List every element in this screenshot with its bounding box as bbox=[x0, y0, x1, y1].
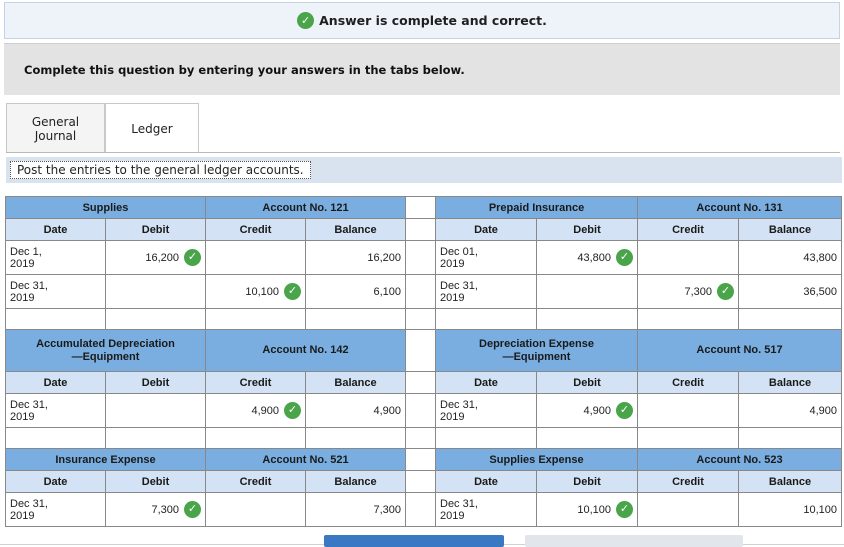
general-ledger-table: Supplies Account No. 121 Prepaid Insuran… bbox=[5, 196, 842, 527]
credit-cell[interactable] bbox=[637, 393, 739, 428]
account-name: Supplies Expense bbox=[435, 448, 638, 471]
balance-cell: 43,800 bbox=[738, 240, 842, 275]
answer-status-text: Answer is complete and correct. bbox=[319, 13, 547, 28]
tab-label-line2: Journal bbox=[34, 128, 77, 143]
debit-cell[interactable] bbox=[105, 393, 206, 428]
ledger-row: Dec 1, 2019 16,200 ✓ 16,200 Dec 01, 2019 43… bbox=[5, 240, 842, 275]
column-header-balance: Balance bbox=[738, 218, 842, 241]
column-header-balance: Balance bbox=[305, 470, 406, 493]
column-header-credit: Credit bbox=[205, 218, 306, 241]
post-instruction-text: Post the entries to the general ledger a… bbox=[10, 161, 311, 179]
account-name: Accumulated Depreciation —Equipment bbox=[5, 329, 206, 372]
column-header-date: Date bbox=[435, 218, 537, 241]
check-circle-icon: ✓ bbox=[284, 402, 301, 419]
date-cell: Dec 1, 2019 bbox=[5, 240, 106, 275]
column-header-debit: Debit bbox=[536, 371, 638, 394]
question-instruction: Complete this question by entering your … bbox=[4, 43, 840, 95]
debit-cell[interactable]: 16,200 ✓ bbox=[105, 240, 206, 275]
ledger-row: Dec 31, 2019 10,100 ✓ 6,100 Dec 31, 2019 7,… bbox=[5, 274, 842, 309]
account-number: Account No. 131 bbox=[637, 196, 842, 219]
check-circle-icon: ✓ bbox=[616, 249, 633, 266]
balance-cell: 6,100 bbox=[305, 274, 406, 309]
date-cell: Dec 31, 2019 bbox=[5, 393, 106, 428]
check-circle-icon: ✓ bbox=[297, 12, 315, 29]
check-circle-icon: ✓ bbox=[616, 501, 633, 518]
account-name: Depreciation Expense —Equipment bbox=[435, 329, 638, 372]
answer-status-banner: ✓ Answer is complete and correct. bbox=[4, 2, 840, 39]
balance-cell: 10,100 bbox=[738, 492, 842, 527]
balance-cell: 16,200 bbox=[305, 240, 406, 275]
column-header-credit: Credit bbox=[637, 218, 739, 241]
check-circle-icon: ✓ bbox=[616, 402, 633, 419]
balance-cell: 4,900 bbox=[738, 393, 842, 428]
column-header-balance: Balance bbox=[738, 371, 842, 394]
date-cell: Dec 31, 2019 bbox=[435, 274, 537, 309]
debit-cell[interactable]: 4,900 ✓ bbox=[536, 393, 638, 428]
column-header-credit: Credit bbox=[637, 371, 739, 394]
debit-cell[interactable]: 10,100 ✓ bbox=[536, 492, 638, 527]
date-cell: Dec 31, 2019 bbox=[5, 274, 106, 309]
debit-cell[interactable]: 7,300 ✓ bbox=[105, 492, 206, 527]
ledger-row: Dec 31, 2019 4,900 ✓ 4,900 Dec 31, 2019 4,9… bbox=[5, 393, 842, 428]
column-header-credit: Credit bbox=[205, 371, 306, 394]
post-instruction-bar: Post the entries to the general ledger a… bbox=[6, 157, 842, 183]
balance-cell: 4,900 bbox=[305, 393, 406, 428]
column-header-balance: Balance bbox=[305, 371, 406, 394]
column-header-balance: Balance bbox=[305, 218, 406, 241]
column-header-date: Date bbox=[5, 470, 106, 493]
check-circle-icon: ✓ bbox=[184, 501, 201, 518]
column-header-credit: Credit bbox=[637, 470, 739, 493]
column-header-debit: Debit bbox=[105, 371, 206, 394]
account-name: Prepaid Insurance bbox=[435, 196, 638, 219]
tab-divider bbox=[6, 152, 840, 153]
column-header-credit: Credit bbox=[205, 470, 306, 493]
account-number: Account No. 523 bbox=[637, 448, 842, 471]
account-number: Account No. 121 bbox=[205, 196, 406, 219]
check-circle-icon: ✓ bbox=[717, 283, 734, 300]
credit-cell[interactable] bbox=[205, 492, 306, 527]
tab-label: Ledger bbox=[131, 121, 173, 136]
account-number: Account No. 517 bbox=[637, 329, 842, 372]
account-number: Account No. 142 bbox=[205, 329, 406, 372]
tab-general-journal[interactable]: General Journal bbox=[6, 103, 105, 153]
debit-cell[interactable] bbox=[105, 274, 206, 309]
column-header-date: Date bbox=[435, 470, 537, 493]
column-header-date: Date bbox=[5, 218, 106, 241]
check-circle-icon: ✓ bbox=[184, 249, 201, 266]
column-header-debit: Debit bbox=[536, 218, 638, 241]
date-cell: Dec 31, 2019 bbox=[435, 393, 537, 428]
next-button[interactable] bbox=[525, 535, 743, 547]
credit-cell[interactable] bbox=[637, 240, 739, 275]
debit-cell[interactable] bbox=[536, 274, 638, 309]
credit-cell[interactable]: 10,100 ✓ bbox=[205, 274, 306, 309]
column-header-date: Date bbox=[5, 371, 106, 394]
ledger-row-empty bbox=[5, 308, 842, 330]
account-number: Account No. 521 bbox=[205, 448, 406, 471]
debit-cell[interactable]: 43,800 ✓ bbox=[536, 240, 638, 275]
account-name: Insurance Expense bbox=[5, 448, 206, 471]
ledger-row-empty bbox=[5, 427, 842, 449]
balance-cell: 36,500 bbox=[738, 274, 842, 309]
column-header-balance: Balance bbox=[738, 470, 842, 493]
ledger-row: Dec 31, 2019 7,300 ✓ 7,300 Dec 31, 2019 10,… bbox=[5, 492, 842, 527]
credit-cell[interactable] bbox=[637, 492, 739, 527]
column-header-debit: Debit bbox=[536, 470, 638, 493]
date-cell: Dec 31, 2019 bbox=[435, 492, 537, 527]
tab-ledger[interactable]: Ledger bbox=[105, 103, 199, 153]
credit-cell[interactable]: 7,300 ✓ bbox=[637, 274, 739, 309]
date-cell: Dec 01, 2019 bbox=[435, 240, 537, 275]
date-cell: Dec 31, 2019 bbox=[5, 492, 106, 527]
column-header-date: Date bbox=[435, 371, 537, 394]
account-name: Supplies bbox=[5, 196, 206, 219]
credit-cell[interactable] bbox=[205, 240, 306, 275]
tab-label-line1: General bbox=[31, 114, 80, 129]
check-circle-icon: ✓ bbox=[284, 283, 301, 300]
balance-cell: 7,300 bbox=[305, 492, 406, 527]
column-header-debit: Debit bbox=[105, 470, 206, 493]
previous-button[interactable] bbox=[324, 535, 504, 547]
credit-cell[interactable]: 4,900 ✓ bbox=[205, 393, 306, 428]
column-header-debit: Debit bbox=[105, 218, 206, 241]
